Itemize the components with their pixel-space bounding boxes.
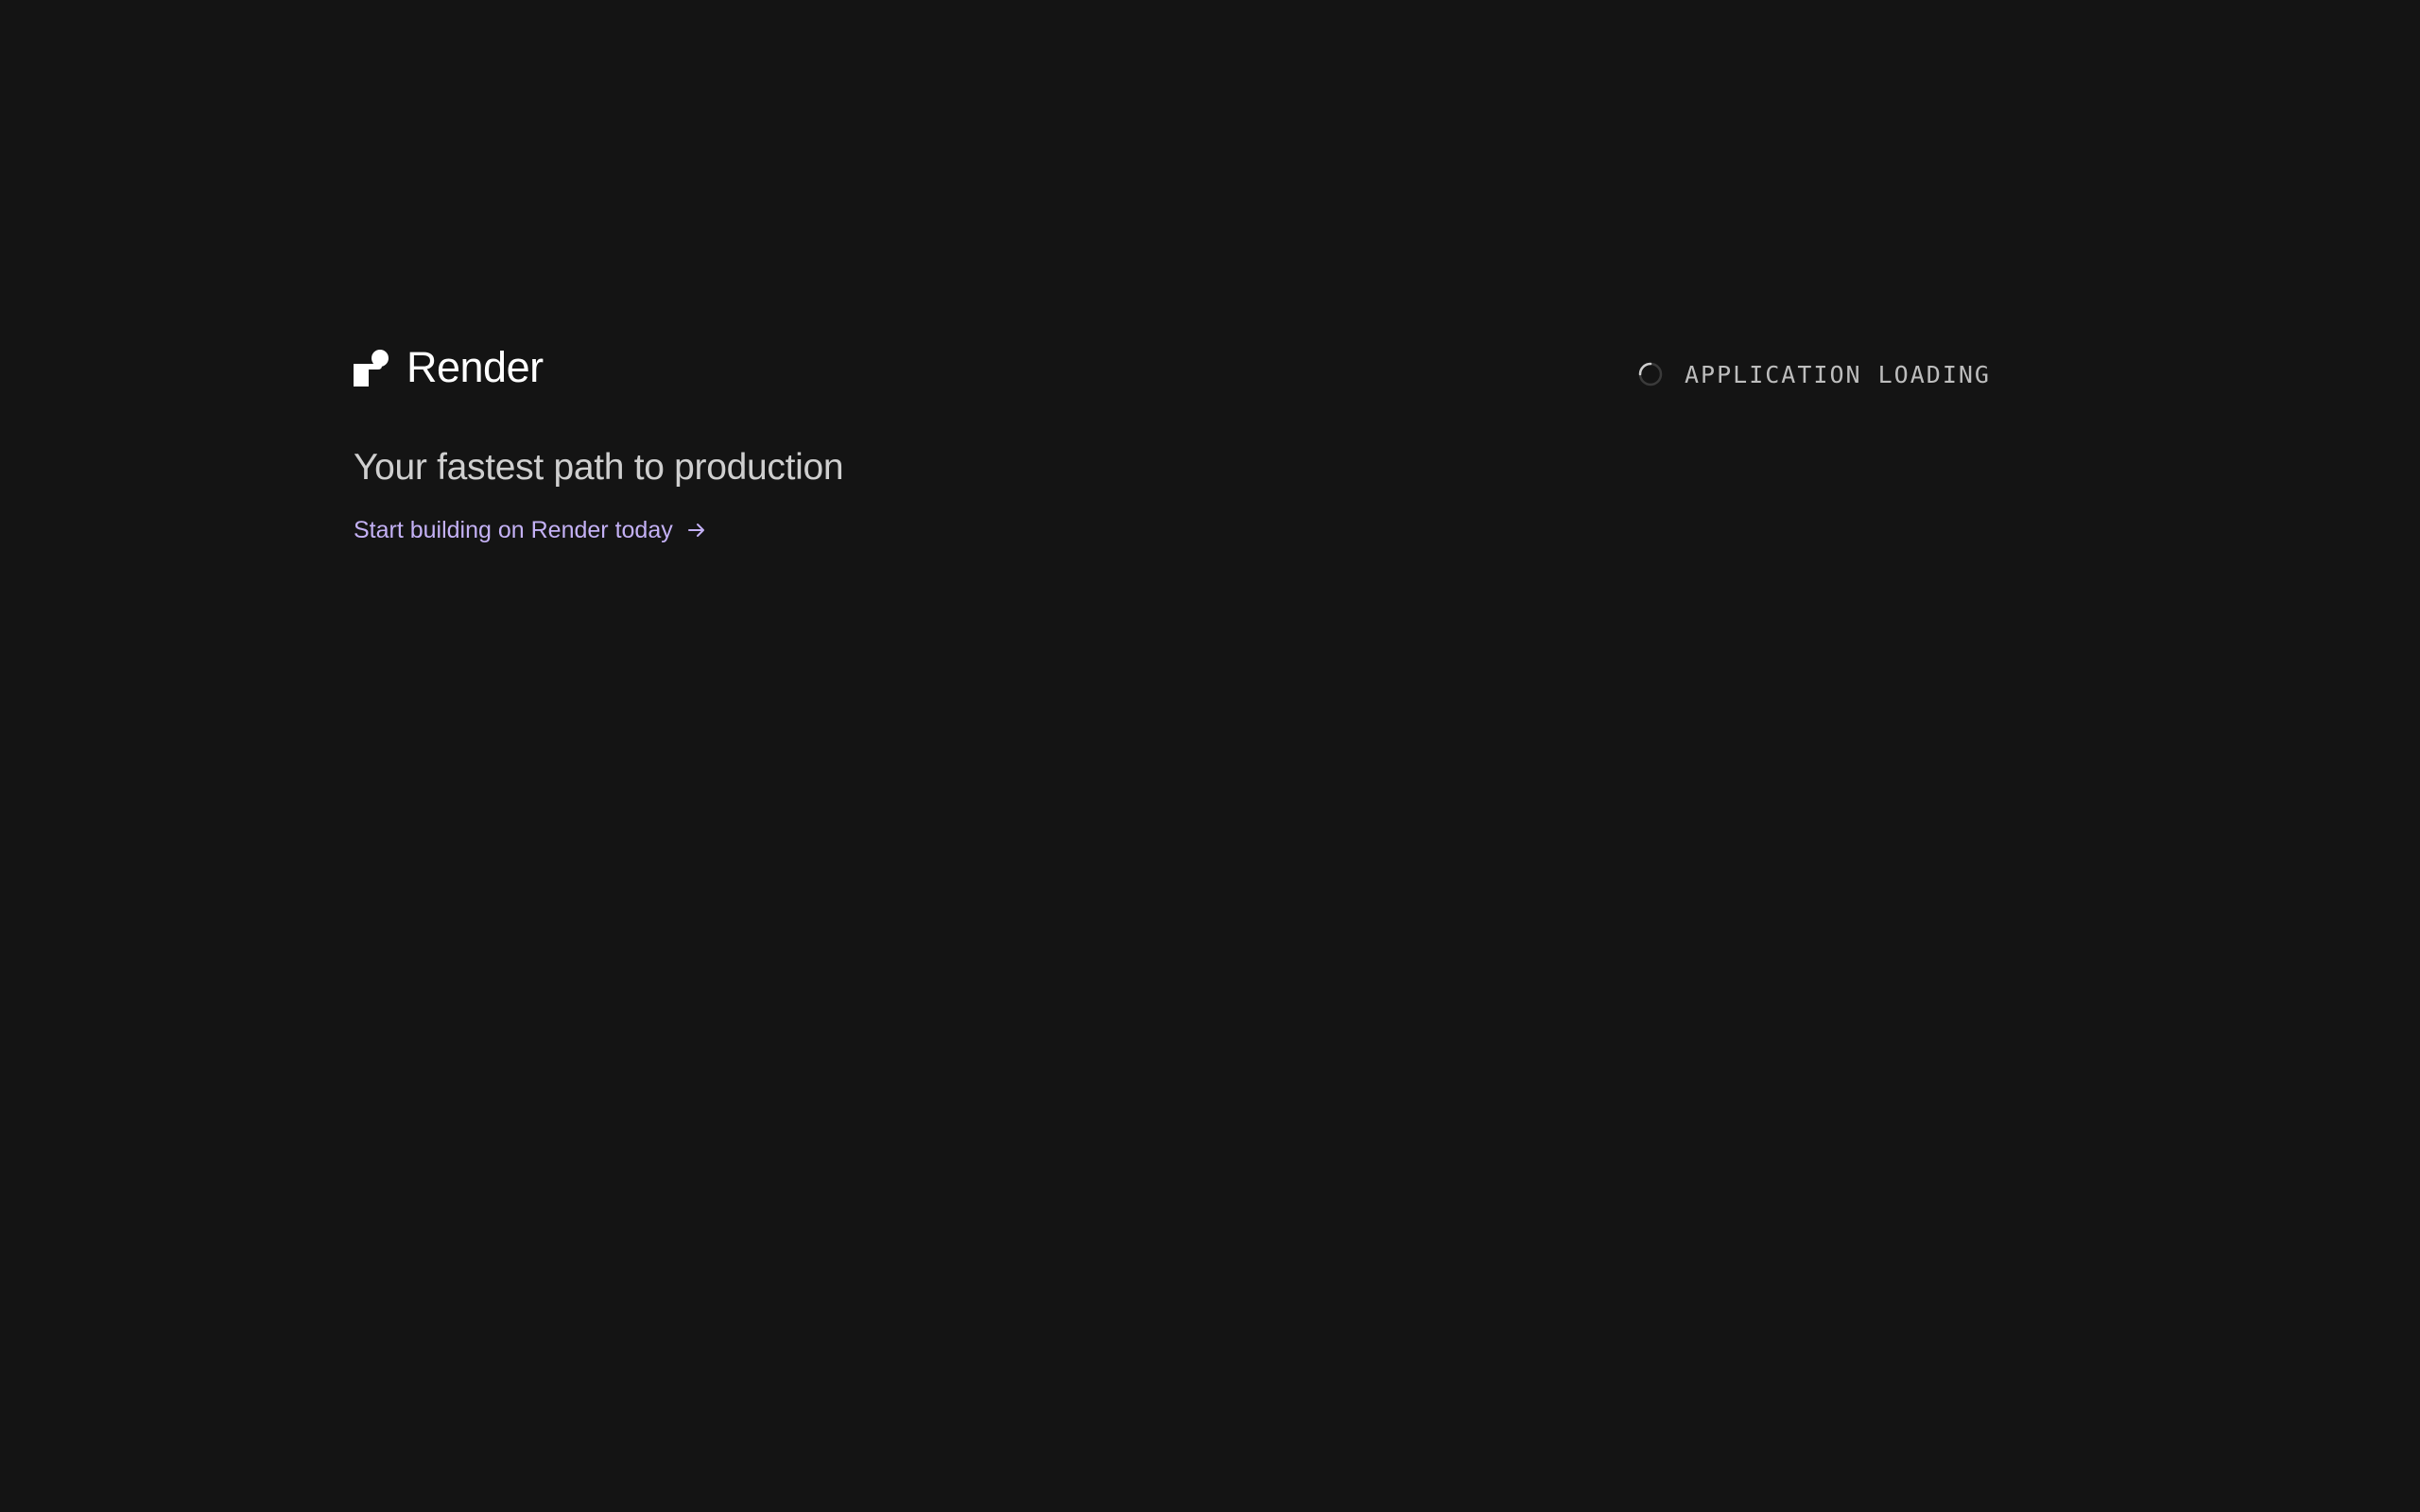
hero-headline: Your fastest path to production [354, 447, 844, 488]
brand: Render [354, 346, 544, 388]
brand-name: Render [406, 343, 544, 391]
loading-status-text: APPLICATION LOADING [1685, 360, 1991, 388]
cta-label: Start building on Render today [354, 517, 673, 543]
start-building-link[interactable]: Start building on Render today [354, 516, 707, 544]
arrow-right-icon [687, 524, 704, 537]
loading-page: Render Your fastest path to production S… [0, 0, 2420, 1512]
application-loading-status: APPLICATION LOADING [1637, 361, 1991, 387]
loading-spinner-icon [1638, 362, 1663, 387]
render-logo-icon [354, 349, 389, 387]
